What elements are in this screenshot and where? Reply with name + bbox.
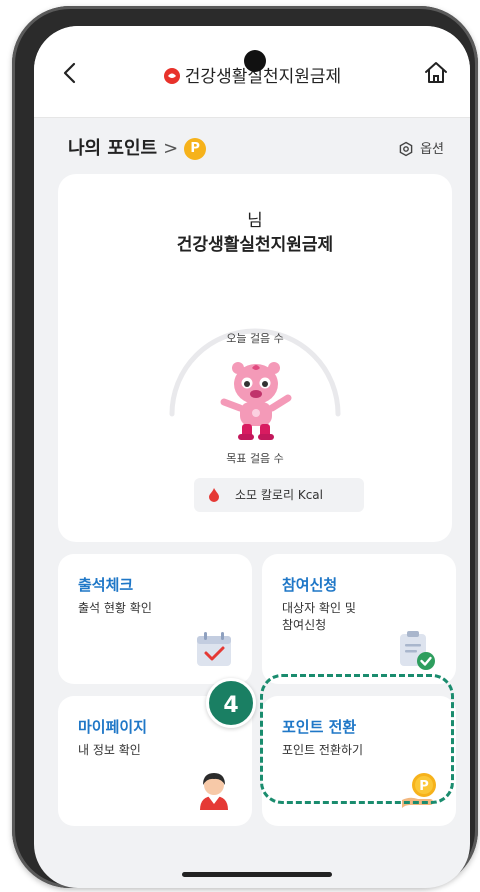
program-name: 건강생활실천지원금제 bbox=[176, 235, 334, 255]
points-header: 나의 포인트 > P 옵션 bbox=[34, 118, 470, 174]
my-points-link[interactable]: 나의 포인트 > P bbox=[68, 134, 207, 160]
attendance-card[interactable]: 출석체크 출석 현황 확인 bbox=[58, 554, 252, 684]
point-badge-icon: P bbox=[184, 138, 207, 160]
attendance-title: 출석체크 bbox=[78, 576, 134, 594]
app-title-text: 건강생활실천지원금제 bbox=[184, 67, 342, 87]
mypage-desc: 내 정보 확인 bbox=[78, 743, 141, 757]
tutorial-step-badge: 4 bbox=[206, 678, 256, 728]
svg-text:P: P bbox=[419, 779, 429, 794]
apply-title: 참여신청 bbox=[282, 576, 338, 594]
calendar-check-icon bbox=[197, 632, 231, 666]
calories-box: 소모 칼로리 Kcal bbox=[194, 478, 364, 512]
mypage-title: 마이페이지 bbox=[78, 718, 148, 736]
app-logo-icon bbox=[163, 68, 180, 84]
options-button[interactable]: 옵션 bbox=[398, 138, 444, 157]
apply-desc-line2: 참여신청 bbox=[282, 618, 327, 632]
point-convert-card[interactable]: 포인트 전환 포인트 전환하기 P bbox=[262, 696, 456, 826]
options-label: 옵션 bbox=[420, 142, 444, 157]
app-screen: 건강생활실천지원금제 나의 포인트 > P 옵션 님 건강생활실천지원금제 오늘… bbox=[34, 26, 470, 888]
goal-steps-label: 목표 걸음 수 bbox=[226, 452, 284, 465]
apply-desc: 대상자 확인 및 참여신청 bbox=[282, 600, 356, 634]
clipboard-check-icon bbox=[400, 631, 435, 670]
phone-frame: 건강생활실천지원금제 나의 포인트 > P 옵션 님 건강생활실천지원금제 오늘… bbox=[12, 6, 478, 888]
flame-icon bbox=[209, 488, 219, 502]
my-points-label: 나의 포인트 bbox=[68, 138, 158, 159]
mascot-character-icon bbox=[220, 362, 292, 440]
user-greeting: 님 bbox=[247, 211, 263, 231]
apply-desc-line1: 대상자 확인 및 bbox=[282, 601, 356, 615]
person-icon bbox=[200, 773, 228, 810]
point-convert-title: 포인트 전환 bbox=[282, 718, 357, 736]
home-icon[interactable] bbox=[422, 59, 450, 87]
calories-label: 소모 칼로리 Kcal bbox=[235, 488, 323, 502]
point-convert-desc: 포인트 전환하기 bbox=[282, 743, 364, 757]
front-camera bbox=[244, 50, 266, 72]
attendance-desc: 출석 현황 확인 bbox=[78, 601, 152, 615]
point-coin-hand-icon: P bbox=[402, 773, 436, 808]
top-bar: 건강생활실천지원금제 bbox=[34, 26, 470, 118]
home-indicator-bar[interactable] bbox=[182, 872, 332, 877]
chevron-right-icon: > bbox=[163, 138, 179, 159]
step-summary-card: 님 건강생활실천지원금제 오늘 걸음 수 목표 걸음 수 소모 칼로리 Kcal bbox=[58, 174, 452, 542]
apply-card[interactable]: 참여신청 대상자 확인 및 참여신청 bbox=[262, 554, 456, 684]
gear-icon bbox=[399, 141, 413, 157]
today-steps-label: 오늘 걸음 수 bbox=[226, 332, 284, 345]
